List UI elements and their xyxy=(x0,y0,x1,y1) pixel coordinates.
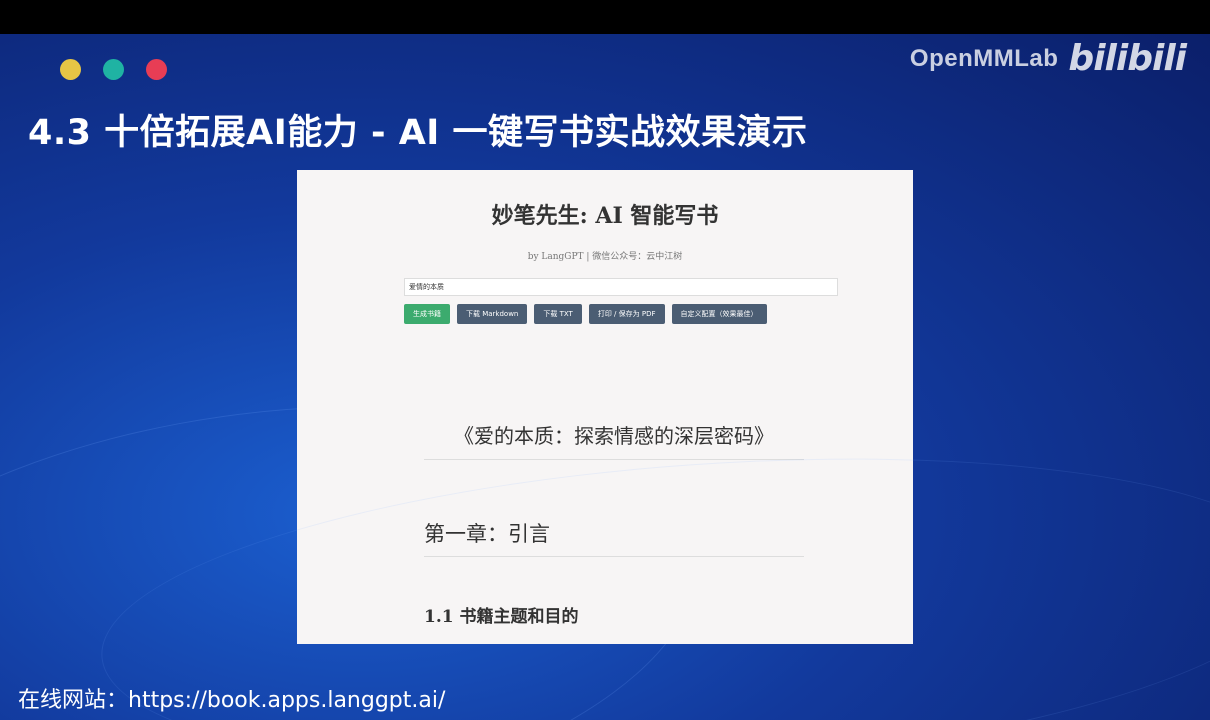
teal-dot xyxy=(103,59,124,80)
yellow-dot xyxy=(60,59,81,80)
brand-watermark: OpenMMLab bilibili xyxy=(909,38,1187,79)
custom-config-button[interactable]: 自定义配置（效果最佳） xyxy=(671,304,767,324)
slide: OpenMMLab bilibili 4.3 十倍拓展AI能力 - AI 一键写… xyxy=(0,34,1210,720)
openmmlab-logo: OpenMMLab xyxy=(909,44,1059,72)
download-markdown-button[interactable]: 下载 Markdown xyxy=(457,304,528,324)
app-screenshot: 妙笔先生: AI 智能写书 by LangGPT | 微信公众号：云中江树 生成… xyxy=(297,170,913,644)
chapter-title: 第一章：引言 xyxy=(424,518,804,557)
website-url: 在线网站：https://book.apps.langgpt.ai/ xyxy=(18,688,446,713)
red-dot xyxy=(146,59,167,80)
action-buttons: 生成书籍 下载 Markdown 下载 TXT 打印 / 保存为 PDF 自定义… xyxy=(404,304,767,324)
download-txt-button[interactable]: 下载 TXT xyxy=(534,304,582,324)
bilibili-logo: bilibili xyxy=(1068,38,1187,79)
print-pdf-button[interactable]: 打印 / 保存为 PDF xyxy=(588,304,665,324)
section-title: 1.1 书籍主题和目的 xyxy=(424,607,579,627)
book-title: 《爱的本质：探索情感的深层密码》 xyxy=(424,420,804,460)
app-title: 妙笔先生: AI 智能写书 xyxy=(491,203,719,229)
slide-title: 4.3 十倍拓展AI能力 - AI 一键写书实战效果演示 xyxy=(28,113,808,153)
app-subtitle: by LangGPT | 微信公众号：云中江树 xyxy=(527,252,683,262)
topic-input[interactable] xyxy=(404,278,838,296)
generate-book-button[interactable]: 生成书籍 xyxy=(404,304,450,324)
